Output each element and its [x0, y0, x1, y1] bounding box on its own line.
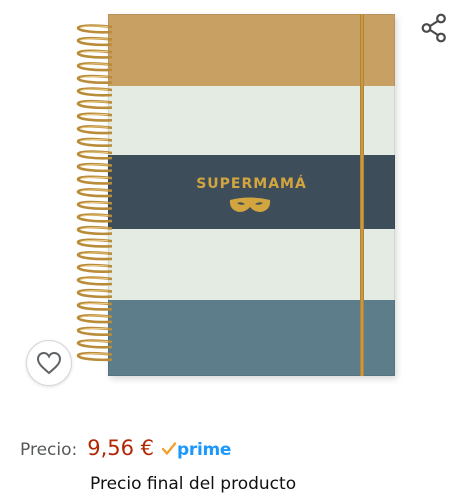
- mask-icon: [229, 197, 271, 212]
- checkmark-icon: [162, 442, 177, 455]
- product-detail-page: SUPERMAMÁ Precio: 9,56 € prime Precio fi…: [0, 0, 475, 504]
- price-row: Precio: 9,56 € prime: [20, 436, 231, 470]
- price-label: Precio:: [20, 440, 78, 460]
- price-value: 9,56 €: [87, 436, 155, 460]
- final-price-note: Precio final del producto: [90, 474, 297, 494]
- share-icon: [421, 13, 446, 43]
- wishlist-button[interactable]: [26, 340, 72, 386]
- heart-icon: [36, 351, 62, 375]
- share-button[interactable]: [412, 8, 456, 48]
- notebook-cover: SUPERMAMÁ: [108, 14, 395, 376]
- elastic-band: [360, 14, 364, 376]
- product-image[interactable]: SUPERMAMÁ: [0, 0, 475, 400]
- cover-title: SUPERMAMÁ: [196, 176, 307, 192]
- prime-label: prime: [177, 440, 232, 460]
- spiral-binding: [76, 24, 113, 362]
- prime-badge: prime: [162, 440, 231, 460]
